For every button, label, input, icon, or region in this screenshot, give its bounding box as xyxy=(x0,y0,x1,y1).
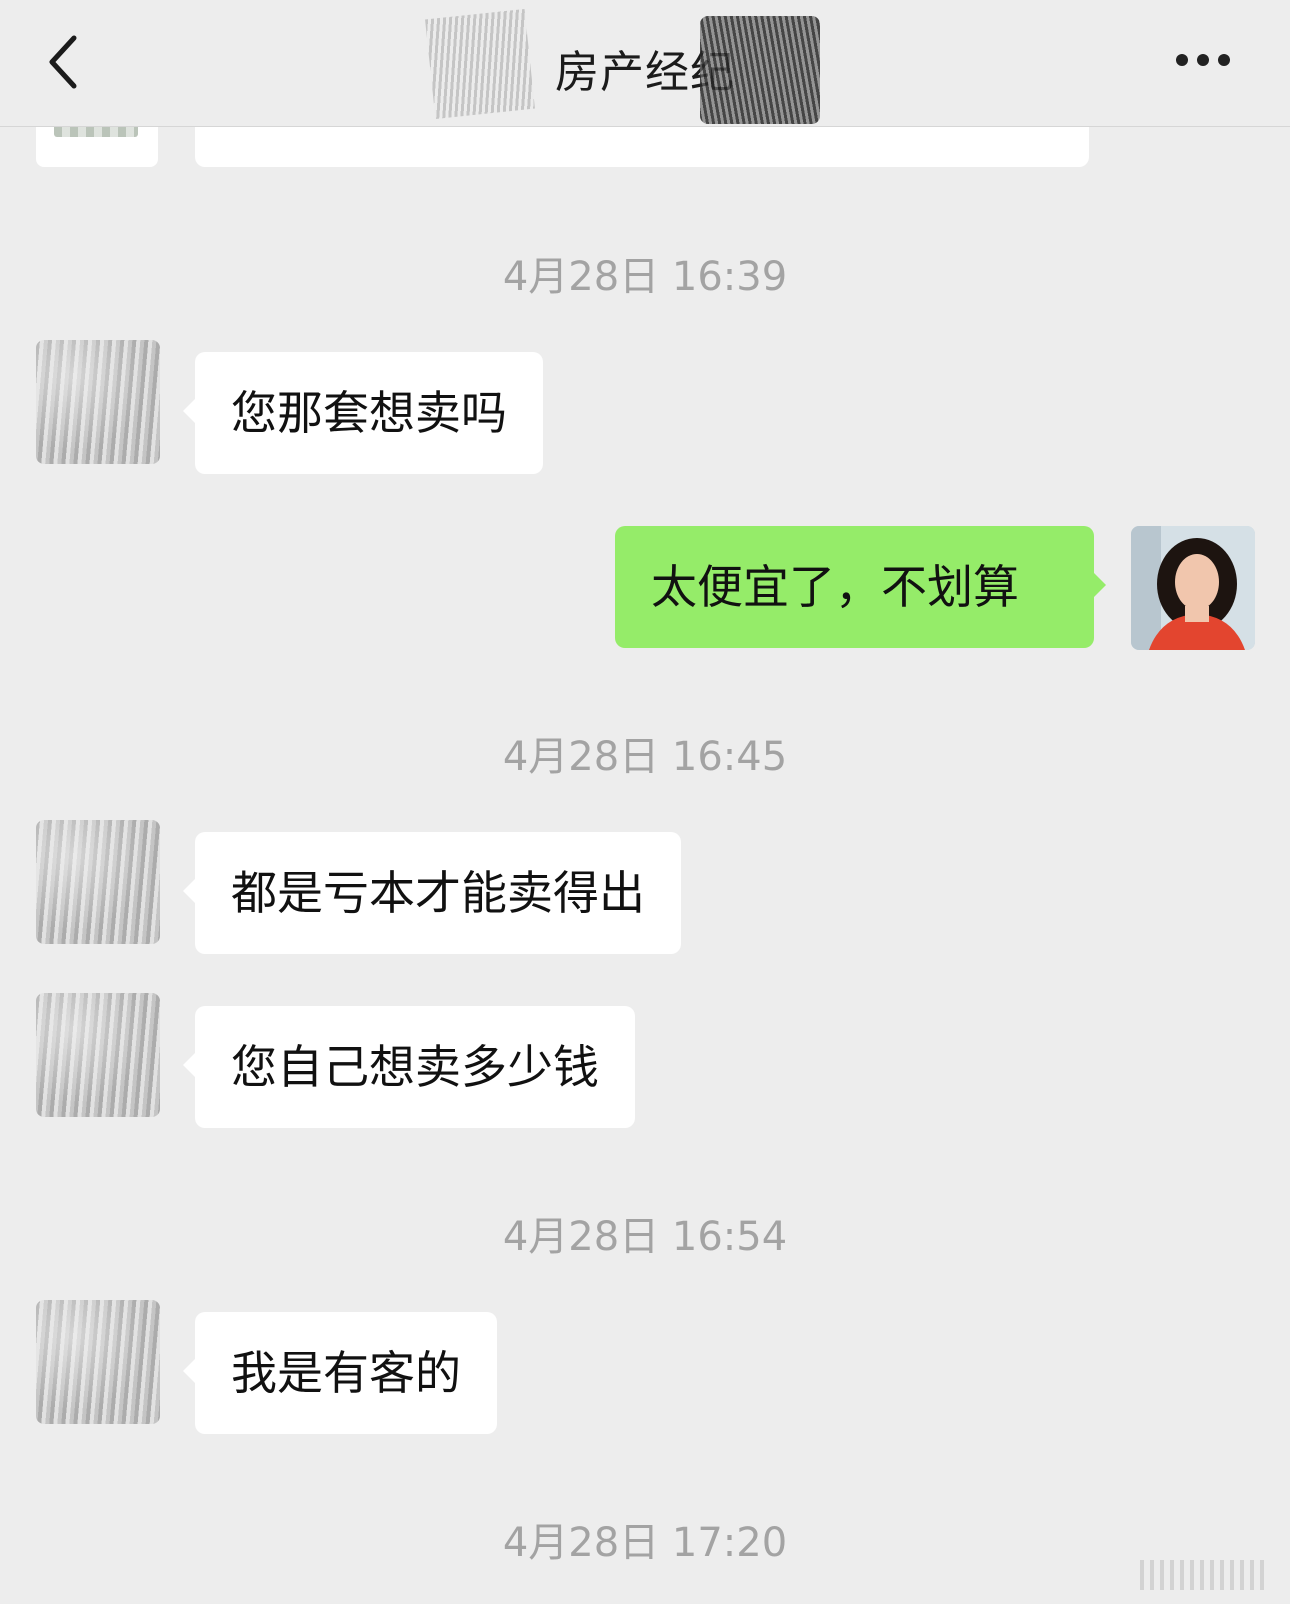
incoming-message[interactable]: 都是亏本才能卖得出 xyxy=(183,832,681,954)
timestamp: 4月28日 16:54 xyxy=(502,1214,788,1260)
sender-avatar[interactable] xyxy=(36,993,160,1117)
self-avatar[interactable] xyxy=(1131,526,1255,650)
more-button[interactable] xyxy=(1170,48,1240,72)
timestamp: 4月28日 17:20 xyxy=(502,1520,788,1566)
outgoing-message[interactable]: 太便宜了，不划算 xyxy=(615,526,1106,648)
incoming-message[interactable]: 我是有客的 xyxy=(183,1312,497,1434)
more-dots-icon xyxy=(1176,54,1188,66)
redaction-scribble xyxy=(700,16,820,124)
timestamp: 4月28日 16:45 xyxy=(502,734,788,780)
timestamp: 4月28日 16:39 xyxy=(502,254,788,300)
incoming-message[interactable]: 您自己想卖多少钱 xyxy=(183,1006,635,1128)
sender-avatar[interactable] xyxy=(36,820,160,944)
sender-avatar[interactable] xyxy=(36,340,160,464)
watermark xyxy=(1140,1560,1270,1590)
sender-avatar[interactable] xyxy=(36,1300,160,1424)
navigation-bar: 房产经纪 xyxy=(0,0,1290,127)
incoming-message[interactable]: 您那套想卖吗 xyxy=(183,352,543,474)
chat-title: 房产经纪 xyxy=(555,47,735,98)
user-photo-icon xyxy=(1131,526,1255,650)
